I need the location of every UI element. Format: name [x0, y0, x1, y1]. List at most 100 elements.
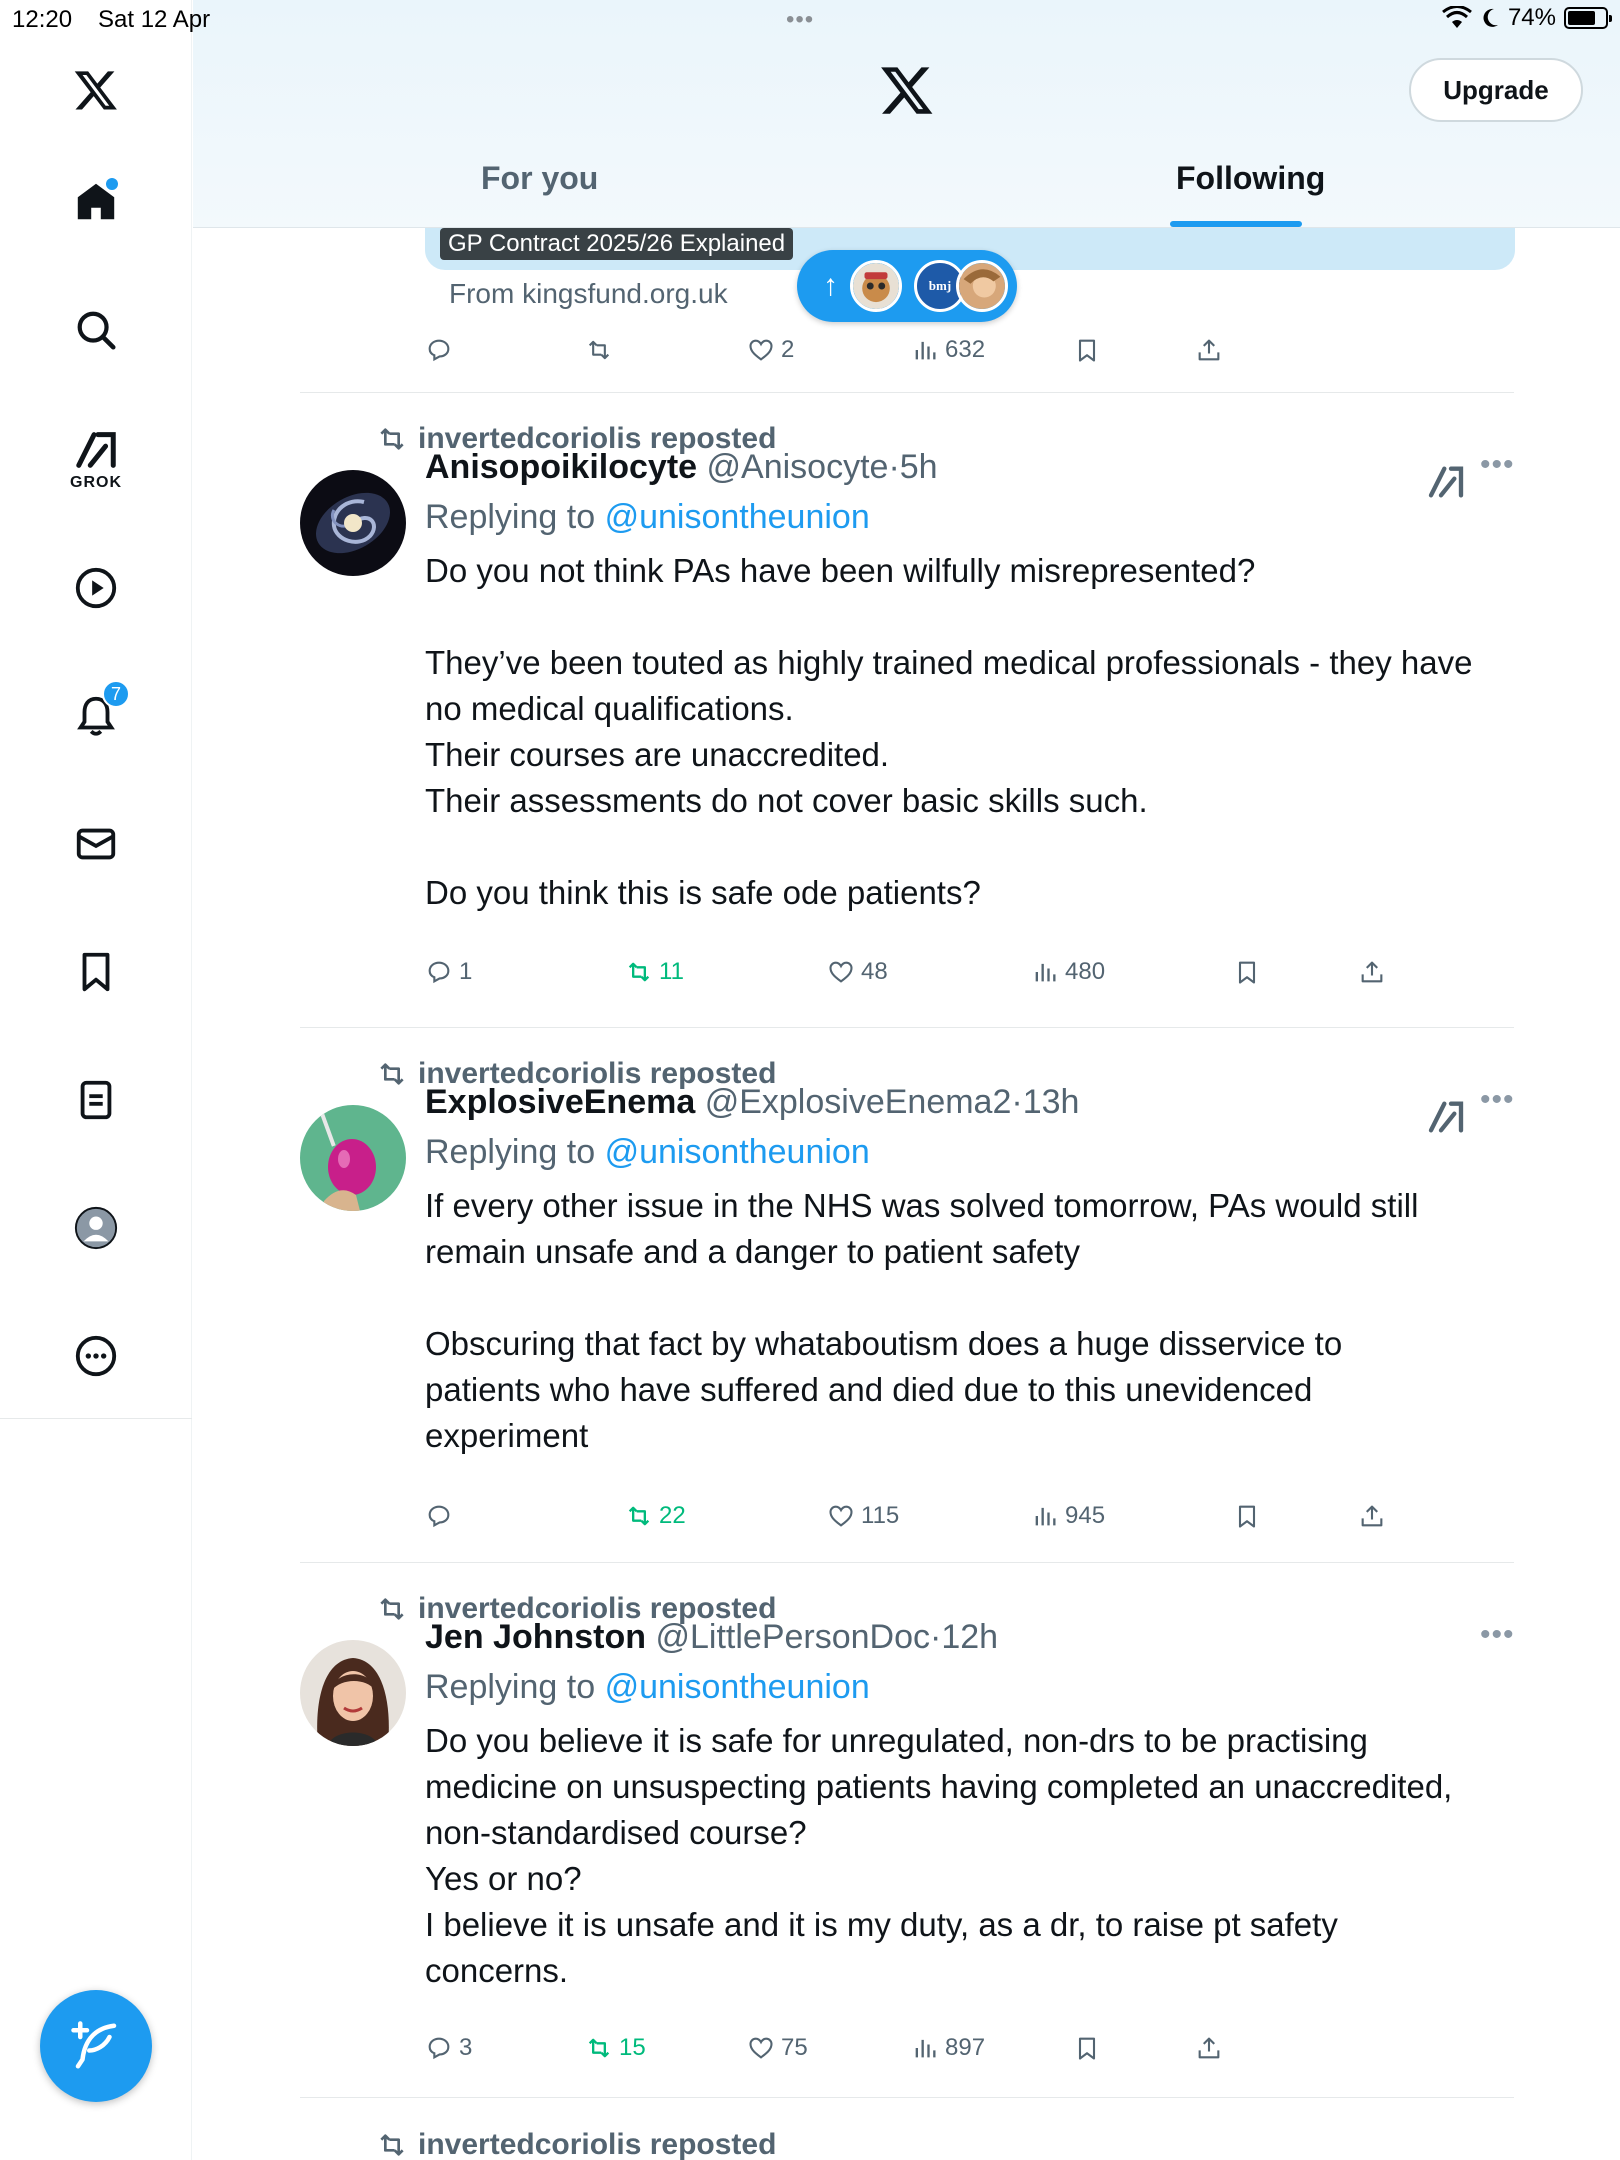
- bookmarks-icon[interactable]: [70, 946, 122, 998]
- views-button[interactable]: 945: [1031, 1502, 1105, 1530]
- views-button[interactable]: 480: [1031, 958, 1105, 986]
- separator-dot: ·: [930, 1618, 942, 1656]
- x-logo-icon[interactable]: [70, 64, 122, 116]
- more-options-icon[interactable]: •••: [1480, 1083, 1515, 1117]
- bookmark-button[interactable]: [1233, 958, 1261, 986]
- home-icon[interactable]: [70, 176, 122, 228]
- arrow-up-icon: ↑: [823, 269, 838, 302]
- tweet-header: Anisopoikilocyte @Anisocyte·5h: [425, 448, 938, 487]
- share-button[interactable]: [1358, 1502, 1386, 1530]
- views-button[interactable]: 897: [911, 2034, 985, 2062]
- upgrade-button[interactable]: Upgrade: [1409, 58, 1583, 122]
- home-unread-dot: [106, 178, 118, 190]
- avatar[interactable]: [300, 1105, 406, 1211]
- wifi-icon: [1442, 6, 1472, 28]
- views-chart-icon: [1035, 1507, 1056, 1526]
- more-options-icon[interactable]: [70, 1330, 122, 1382]
- tweet-line: non-standardised course?: [425, 1814, 807, 1851]
- active-tab-indicator: [1170, 221, 1302, 227]
- tweet-line: Yes or no?: [425, 1860, 582, 1897]
- tweet-line: Do you not think PAs have been wilfully …: [425, 552, 1256, 589]
- link-card-title: GP Contract 2025/26 Explained: [440, 228, 794, 260]
- notifications-bell-icon[interactable]: 7: [70, 680, 130, 742]
- timestamp[interactable]: 12h: [941, 1618, 998, 1656]
- repost-button[interactable]: 11: [625, 958, 684, 986]
- profile-avatar-icon[interactable]: [70, 1202, 122, 1254]
- display-name[interactable]: Anisopoikilocyte: [425, 448, 697, 486]
- messages-envelope-icon[interactable]: [70, 818, 122, 870]
- reply-count: 3: [459, 2034, 473, 2061]
- search-icon[interactable]: [70, 304, 122, 356]
- share-button[interactable]: [1358, 958, 1386, 986]
- bookmark-button[interactable]: [1073, 336, 1101, 364]
- share-button[interactable]: [1195, 2034, 1223, 2062]
- repost-icon: [628, 962, 650, 982]
- grok-icon[interactable]: [1426, 462, 1466, 502]
- views-button[interactable]: 632: [911, 336, 985, 364]
- handle[interactable]: @Anisocyte: [707, 448, 889, 486]
- reply-button[interactable]: 3: [425, 2034, 472, 2062]
- handle[interactable]: @LittlePersonDoc: [655, 1618, 930, 1656]
- reposted-by[interactable]: invertedcoriolis reposted: [418, 2128, 776, 2160]
- repost-count: 11: [659, 958, 684, 985]
- grok-icon[interactable]: [70, 424, 122, 476]
- tab-for-you[interactable]: For you: [481, 160, 598, 197]
- tweet[interactable]: invertedcoriolis reposted ExplosiveEnema…: [300, 1057, 1514, 1557]
- bookmark-button[interactable]: [1073, 2034, 1101, 2062]
- tweet[interactable]: invertedcoriolis reposted Anisopoikilocy…: [300, 422, 1514, 1002]
- grok-icon[interactable]: [1426, 1097, 1466, 1137]
- tweet[interactable]: invertedcoriolis reposted Jen Johnston @…: [300, 1592, 1514, 2092]
- display-name[interactable]: ExplosiveEnema: [425, 1083, 695, 1121]
- like-button[interactable]: 2: [747, 336, 794, 364]
- share-button[interactable]: [1195, 336, 1223, 364]
- more-options-icon[interactable]: •••: [1480, 448, 1515, 482]
- timestamp[interactable]: 13h: [1023, 1083, 1080, 1121]
- replying-to: Replying to @unisontheunion: [425, 1133, 870, 1172]
- handle[interactable]: @ExplosiveEnema2: [705, 1083, 1012, 1121]
- reply-icon: [428, 1505, 450, 1528]
- display-name[interactable]: Jen Johnston: [425, 1618, 646, 1656]
- heart-icon: [829, 961, 853, 983]
- tab-following[interactable]: Following: [1176, 160, 1325, 197]
- like-button[interactable]: 75: [747, 2034, 808, 2062]
- post-separator: [300, 1027, 1514, 1028]
- replying-to: Replying to @unisontheunion: [425, 498, 870, 537]
- repost-button[interactable]: [585, 336, 613, 364]
- views-chart-icon: [915, 341, 936, 360]
- reply-button[interactable]: 1: [425, 958, 472, 986]
- avatar[interactable]: [300, 470, 406, 576]
- articles-icon[interactable]: [70, 1074, 122, 1126]
- bookmark-button[interactable]: [1233, 1502, 1261, 1530]
- link-source[interactable]: From kingsfund.org.uk: [449, 278, 728, 310]
- like-button[interactable]: 48: [827, 958, 888, 986]
- more-options-icon[interactable]: •••: [1480, 1618, 1515, 1652]
- repost-icon: [380, 1598, 404, 1620]
- repost-icon: [628, 1506, 650, 1526]
- replying-mention[interactable]: @unisontheunion: [605, 498, 870, 536]
- tweet[interactable]: invertedcoriolis reposted: [300, 2128, 1514, 2160]
- video-play-icon[interactable]: [70, 562, 122, 614]
- repost-button[interactable]: 15: [585, 2034, 646, 2062]
- repost-button[interactable]: 22: [625, 1502, 686, 1530]
- multitasking-dots[interactable]: •••: [786, 6, 814, 34]
- compose-post-button[interactable]: [40, 1990, 152, 2102]
- new-posts-pill[interactable]: ↑ bmj: [797, 250, 1017, 322]
- status-time: 12:20: [12, 6, 73, 33]
- like-count: 2: [781, 336, 795, 363]
- repost-icon: [380, 1063, 404, 1085]
- tweet-line: I believe it is unsafe and it is my duty…: [425, 1906, 1338, 1943]
- timestamp[interactable]: 5h: [900, 448, 938, 486]
- replying-mention[interactable]: @unisontheunion: [605, 1133, 870, 1171]
- replying-mention[interactable]: @unisontheunion: [605, 1668, 870, 1706]
- tweet-header: ExplosiveEnema @ExplosiveEnema2·13h: [425, 1083, 1079, 1122]
- reply-button[interactable]: [425, 1502, 453, 1530]
- status-right: 74%: [1442, 4, 1612, 32]
- status-bar: 12:20 Sat 12 Apr ••• 74%: [0, 0, 1620, 40]
- like-button[interactable]: 115: [827, 1502, 899, 1530]
- reply-button[interactable]: [425, 336, 453, 364]
- x-logo-icon[interactable]: [879, 62, 935, 118]
- avatar[interactable]: [300, 1640, 406, 1746]
- bookmark-icon: [1078, 2037, 1096, 2060]
- views-chart-icon: [915, 2039, 936, 2058]
- bookmark-icon: [1078, 339, 1096, 362]
